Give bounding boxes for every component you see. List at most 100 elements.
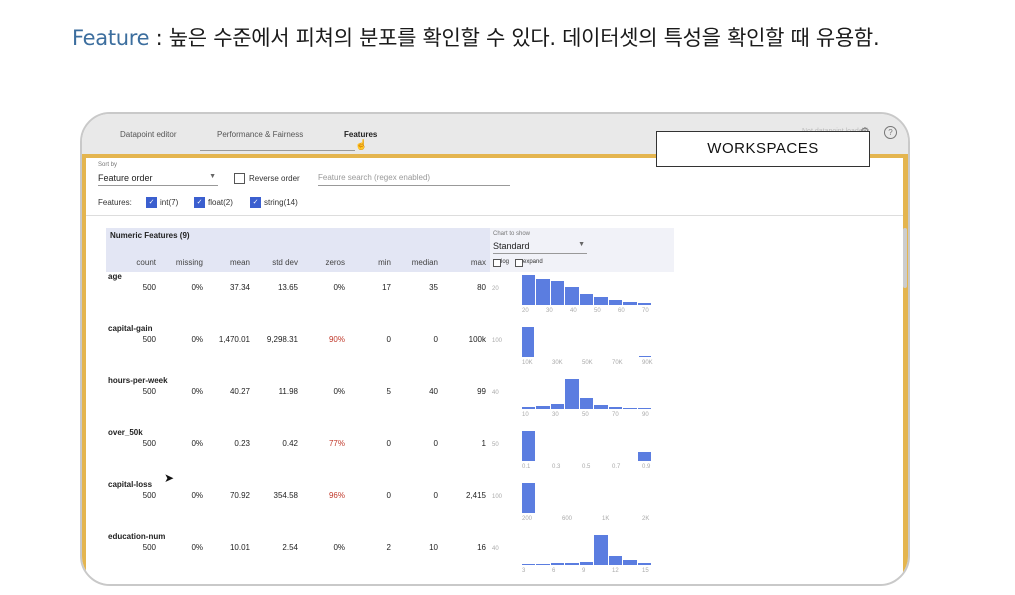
cell-missing: 0% xyxy=(191,439,203,448)
cell-count: 500 xyxy=(142,491,156,500)
feature-search-input[interactable]: Feature search (regex enabled) xyxy=(318,173,510,186)
histogram-ticks: 10K 30K 50K 70K 90K xyxy=(522,360,653,368)
histogram-tick-label: 90 xyxy=(642,412,649,418)
cell-min: 17 xyxy=(382,283,391,292)
histogram-bar xyxy=(536,279,550,305)
histogram-tick-label: 90K xyxy=(642,360,653,366)
reverse-order-checkbox[interactable] xyxy=(234,173,245,184)
histogram-tick-label: 9 xyxy=(582,568,586,574)
cell-max: 99 xyxy=(477,387,486,396)
expand-label: expand xyxy=(523,259,543,265)
chevron-down-icon: ▼ xyxy=(578,241,585,248)
table-row[interactable]: education-num 500 0% 10.01 2.54 0% 2 10 16 xyxy=(106,532,506,584)
col-count[interactable]: count xyxy=(116,258,156,267)
histogram-bar xyxy=(608,556,623,565)
cell-count: 500 xyxy=(142,283,156,292)
histogram-tick-label: 2K xyxy=(642,516,650,522)
histogram-tick-label: 30 xyxy=(552,412,559,418)
histogram-bar xyxy=(565,563,579,565)
histogram-tick-label: 40 xyxy=(570,308,577,314)
cell-median: 0 xyxy=(433,491,438,500)
cell-median: 40 xyxy=(429,387,438,396)
cell-zeros: 90% xyxy=(328,335,345,344)
scrollbar[interactable] xyxy=(903,228,907,288)
heading-text: : 높은 수준에서 피쳐의 분포를 확인할 수 있다. 데이터셋의 특성을 확인… xyxy=(149,26,880,50)
sort-by-label: Sort by xyxy=(98,162,118,168)
cell-mean: 1,470.01 xyxy=(218,335,250,344)
sort-by-select[interactable]: Feature order ▼ xyxy=(98,173,218,186)
tab-features[interactable]: Features xyxy=(344,130,377,139)
histogram-bars xyxy=(522,270,652,305)
tab-datapoint-editor[interactable]: Datapoint editor xyxy=(120,130,176,139)
histogram-tick-label: 60 xyxy=(618,308,625,314)
float-filter-checkbox[interactable]: ✓ xyxy=(194,197,205,208)
feature-name: over_50k xyxy=(108,428,143,437)
cell-zeros: 0% xyxy=(333,543,345,552)
col-missing[interactable]: missing xyxy=(163,258,203,267)
histogram-bar xyxy=(637,563,651,565)
col-std-dev[interactable]: std dev xyxy=(258,258,298,267)
histogram-tick-label: 50K xyxy=(582,360,593,366)
reverse-order-label: Reverse order xyxy=(249,174,300,183)
histogram-bar xyxy=(565,287,579,305)
cell-mean: 0.23 xyxy=(234,439,250,448)
histogram-bar xyxy=(594,405,608,409)
cell-min: 0 xyxy=(386,439,391,448)
histogram-tick-label: 70 xyxy=(642,308,649,314)
histogram-tick-label: 50 xyxy=(594,308,601,314)
cell-median: 0 xyxy=(433,439,438,448)
log-checkbox[interactable] xyxy=(493,259,501,267)
histogram-bar xyxy=(579,294,594,305)
col-mean[interactable]: mean xyxy=(210,258,250,267)
histogram-bars xyxy=(522,530,652,565)
histogram-bar xyxy=(608,407,623,409)
tab-underline xyxy=(200,150,355,151)
histogram-bar xyxy=(579,398,594,409)
hand-cursor-icon: ☝ xyxy=(355,140,368,151)
histogram-tick-label: 1K xyxy=(602,516,610,522)
cell-min: 5 xyxy=(386,387,391,396)
histogram-bars xyxy=(522,322,652,357)
col-median[interactable]: median xyxy=(398,258,438,267)
cell-median: 10 xyxy=(429,543,438,552)
histogram-tick-label: 30 xyxy=(546,308,553,314)
histogram-tick-label: 6 xyxy=(552,568,556,574)
string-filter-checkbox[interactable]: ✓ xyxy=(250,197,261,208)
col-zeros[interactable]: zeros xyxy=(305,258,345,267)
slide-heading: Feature : 높은 수준에서 피쳐의 분포를 확인할 수 있다. 데이터셋… xyxy=(72,22,880,52)
table-row[interactable]: capital-gain 500 0% 1,470.01 9,298.31 90% 0 0 10… xyxy=(106,324,506,376)
cell-mean: 40.27 xyxy=(229,387,250,396)
feature-name: age xyxy=(108,272,122,281)
histogram-tick-label: 0.3 xyxy=(552,464,561,470)
chart-to-show-select[interactable]: Standard ▼ xyxy=(493,241,587,254)
histogram-axis-label: 40 xyxy=(492,546,499,552)
histogram-bar xyxy=(579,562,594,565)
help-icon[interactable]: ? xyxy=(884,126,897,139)
histogram-ticks: 200 600 1K 2K xyxy=(522,516,652,524)
string-filter-label: string(14) xyxy=(264,198,298,207)
chevron-down-icon: ▼ xyxy=(209,173,216,180)
histogram-bar xyxy=(623,408,637,409)
histogram-bar xyxy=(522,564,536,565)
expand-checkbox[interactable] xyxy=(515,259,523,267)
divider xyxy=(86,215,903,216)
col-max[interactable]: max xyxy=(446,258,486,267)
table-row[interactable]: capital-loss 500 0% 70.92 354.58 96% 0 0 2,415 xyxy=(106,480,506,532)
tab-performance-fairness[interactable]: Performance & Fairness xyxy=(217,130,303,139)
cell-max: 2,415 xyxy=(465,491,486,500)
cell-min: 2 xyxy=(386,543,391,552)
histogram-tick-label: 50 xyxy=(582,412,589,418)
col-min[interactable]: min xyxy=(351,258,391,267)
cell-max: 100k xyxy=(468,335,486,344)
table-row[interactable]: hours-per-week 500 0% 40.27 11.98 0% 5 40 99 xyxy=(106,376,506,428)
cell-count: 500 xyxy=(142,387,156,396)
chart-to-show-label: Chart to show xyxy=(493,231,531,237)
cell-zeros: 0% xyxy=(333,387,345,396)
numeric-features-header: Numeric Features (9) count missing mean … xyxy=(106,228,490,272)
int-filter-checkbox[interactable]: ✓ xyxy=(146,197,157,208)
highlight-border-right xyxy=(903,154,908,584)
feature-name: capital-gain xyxy=(108,324,153,333)
table-row[interactable]: age 500 0% 37.34 13.65 0% 17 35 80 xyxy=(106,272,506,324)
histogram-axis-label: 50 xyxy=(492,442,499,448)
histogram-bar xyxy=(522,327,534,357)
